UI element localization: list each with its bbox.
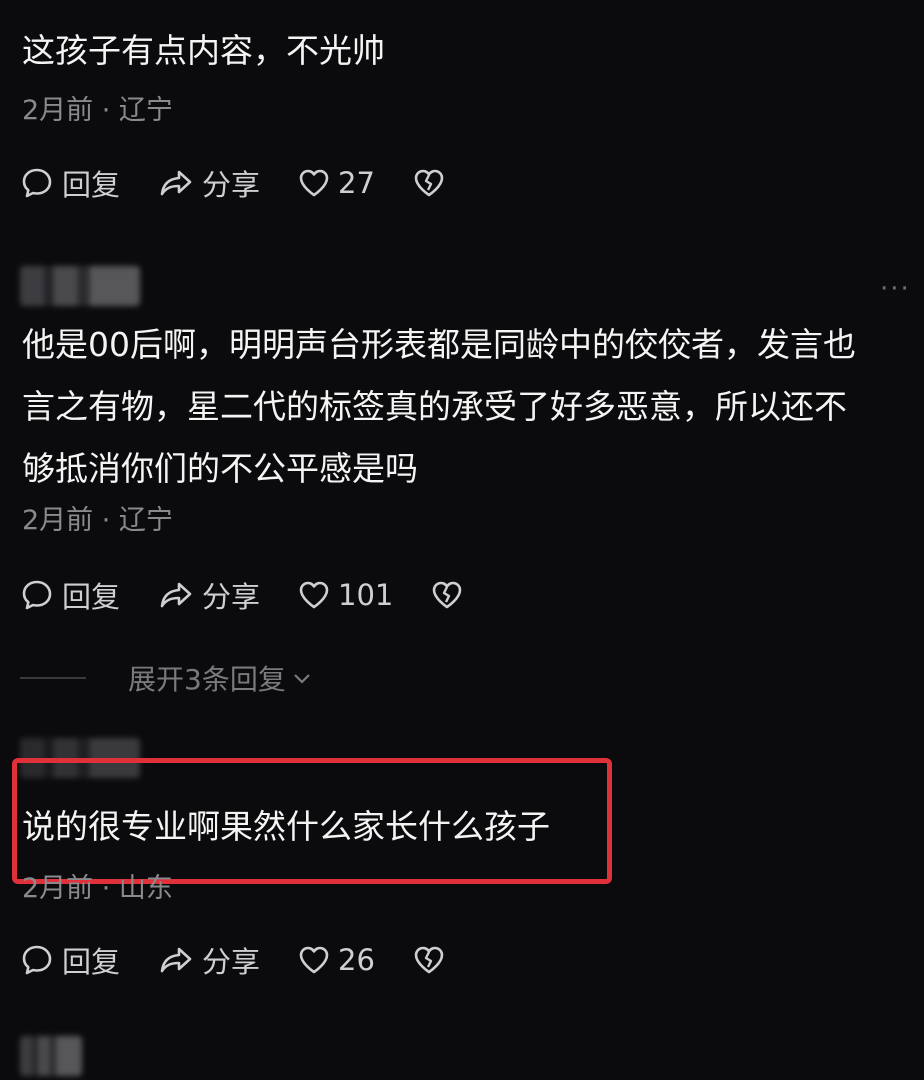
reply-button[interactable]: 回复 [20, 162, 120, 204]
username-blurred[interactable] [20, 266, 140, 306]
share-arrow-icon [160, 582, 192, 608]
comment-1-text: 这孩子有点内容，不光帅 [22, 31, 385, 70]
expand-replies-button[interactable]: 展开3条回复 [20, 658, 314, 698]
reply-button[interactable]: 回复 [20, 939, 120, 981]
broken-heart-icon [414, 169, 444, 197]
heart-icon [299, 169, 329, 197]
comment-bubble-icon [22, 168, 52, 198]
dislike-button[interactable] [413, 944, 453, 976]
comment-1-actions: 回复 分享 27 [20, 161, 491, 205]
chevron-down-icon [294, 674, 310, 684]
share-button[interactable]: 分享 [158, 162, 260, 204]
broken-heart-icon [414, 946, 444, 974]
username-blurred[interactable] [20, 1036, 82, 1076]
share-button[interactable]: 分享 [158, 574, 260, 616]
comment-bubble-icon [22, 945, 52, 975]
dislike-button[interactable] [431, 579, 471, 611]
divider-line [20, 677, 86, 679]
comment-3-text: 说的很专业啊果然什么家长什么孩子 [22, 807, 550, 846]
like-button[interactable]: 101 [298, 578, 393, 612]
comment-2-actions: 回复 分享 101 [20, 573, 509, 617]
share-arrow-icon [160, 170, 192, 196]
share-arrow-icon [160, 947, 192, 973]
heart-icon [299, 581, 329, 609]
like-button[interactable]: 27 [298, 166, 375, 200]
like-button[interactable]: 26 [298, 943, 375, 977]
comment-2-meta: 2月前 · 辽宁 [22, 505, 173, 536]
reply-button[interactable]: 回复 [20, 574, 120, 616]
broken-heart-icon [433, 581, 462, 609]
more-options-icon[interactable]: ··· [880, 274, 911, 304]
comment-3-meta: 2月前 · 山东 [22, 873, 173, 904]
comment-3-actions: 回复 分享 26 [20, 938, 491, 982]
comment-2-text: 他是00后啊，明明声台形表都是同龄中的佼佼者，发言也 言之有物，星二代的标签真的… [22, 325, 856, 488]
dislike-button[interactable] [413, 167, 453, 199]
share-button[interactable]: 分享 [158, 939, 260, 981]
comment-1-meta: 2月前 · 辽宁 [22, 95, 173, 126]
comment-bubble-icon [22, 580, 52, 610]
heart-icon [299, 946, 329, 974]
